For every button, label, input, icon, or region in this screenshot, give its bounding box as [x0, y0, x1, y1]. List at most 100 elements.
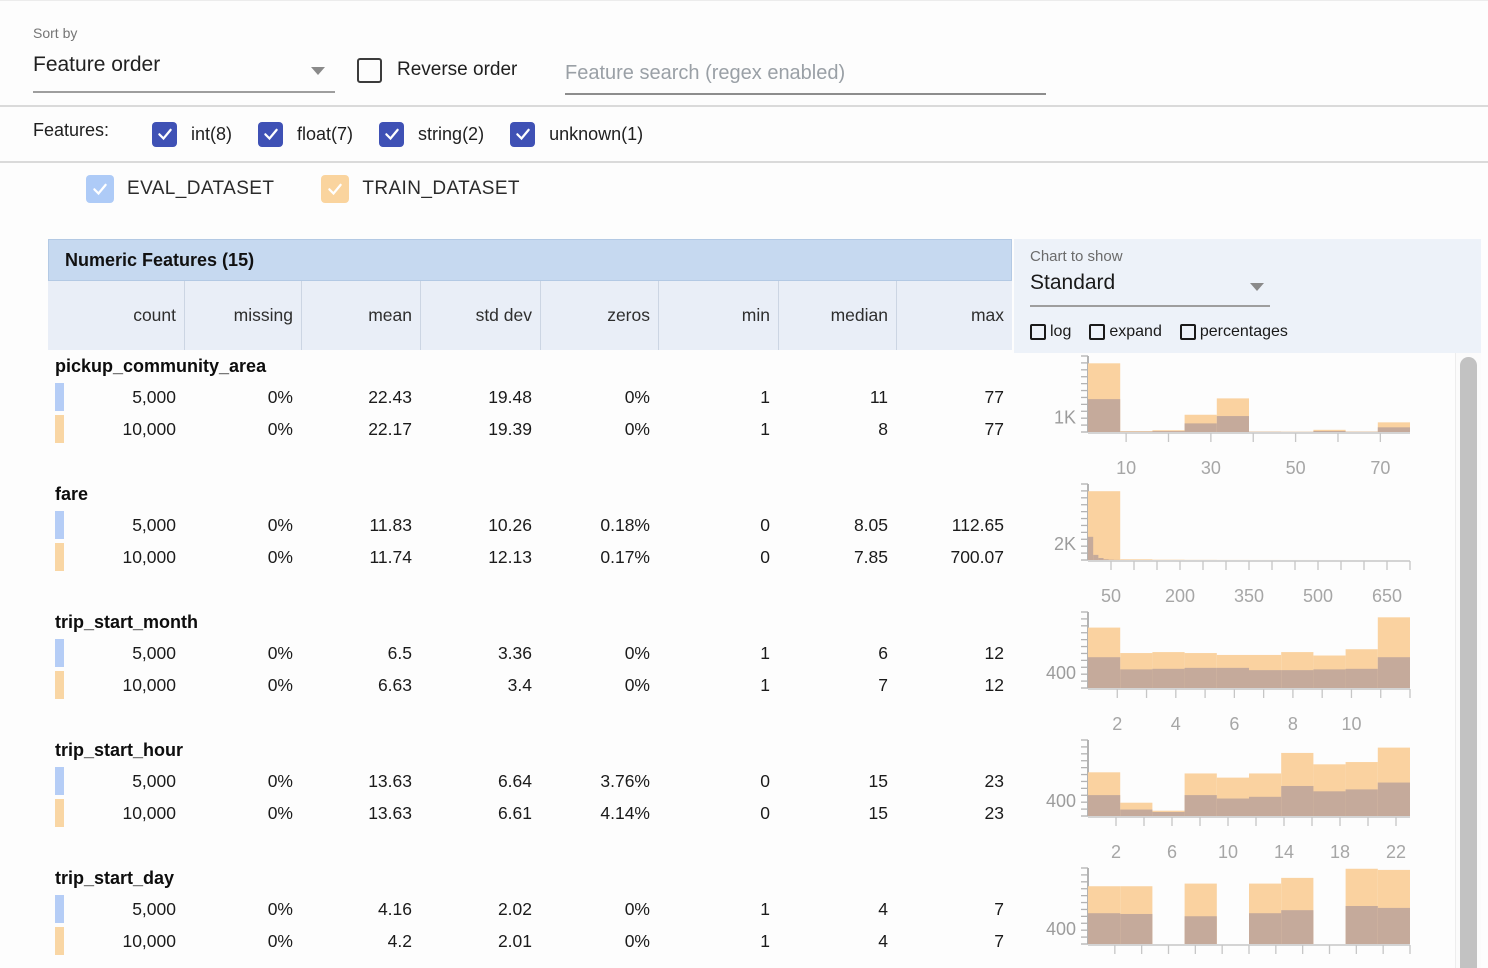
hist-bar-eval_dataset — [1313, 431, 1345, 432]
checkbox-checked-icon[interactable] — [258, 122, 283, 147]
train-color-chip — [55, 927, 64, 955]
eval-color-chip — [55, 383, 64, 411]
checkbox-checked-icon[interactable] — [510, 122, 535, 147]
histogram-trip_start_month: 400246810 — [1030, 606, 1446, 734]
x-axis-tick-label: 50 — [1286, 458, 1306, 478]
feature-block-pickup_community_area: pickup_community_area5,0000%22.4319.480%… — [48, 350, 1446, 478]
stat-std_dev: 12.13 — [420, 543, 540, 571]
eval-color-chip — [55, 895, 64, 923]
train-color-chip — [55, 799, 64, 827]
stat-missing: 0% — [184, 383, 301, 411]
stat-median: 15 — [778, 799, 896, 827]
x-axis-tick-label: 70 — [1370, 458, 1390, 478]
x-axis-tick-label: 6 — [1167, 842, 1177, 862]
train-color-chip — [55, 415, 64, 443]
hist-bar-eval_dataset — [1185, 795, 1217, 816]
stat-min: 1 — [658, 671, 778, 699]
stat-std_dev: 6.64 — [420, 767, 540, 795]
stat-max: 12 — [896, 639, 1012, 667]
checkbox-unchecked-icon[interactable] — [1030, 324, 1046, 340]
checkbox-unchecked-icon[interactable] — [1180, 324, 1196, 340]
feature-name: trip_start_month — [55, 612, 198, 633]
chart-option: log — [1030, 323, 1071, 341]
checkbox-checked-icon[interactable] — [379, 122, 404, 147]
chart-option: percentages — [1180, 323, 1288, 341]
x-axis-tick-label: 200 — [1165, 586, 1195, 606]
feature-name: trip_start_hour — [55, 740, 183, 761]
stat-min: 1 — [658, 895, 778, 923]
x-axis-tick-label: 50 — [1101, 586, 1121, 606]
chart-option-label: expand — [1109, 323, 1162, 341]
stat-min: 0 — [658, 767, 778, 795]
histogram-fare: 2K50200350500650 — [1030, 478, 1446, 606]
chart-option-label: log — [1050, 323, 1071, 341]
chevron-down-icon — [1250, 283, 1264, 291]
y-axis-label: 2K — [1054, 534, 1076, 554]
check-icon — [91, 180, 109, 198]
histogram-trip_start_day: 400 — [1030, 862, 1446, 968]
stat-std_dev: 10.26 — [420, 511, 540, 539]
train-color-chip — [55, 543, 64, 571]
checkbox-checked-icon[interactable] — [152, 122, 177, 147]
stat-row-train: 10,0000%22.1719.390%1877 — [48, 415, 1012, 443]
stat-zeros: 3.76% — [540, 767, 658, 795]
feature-search-input[interactable] — [565, 53, 1046, 95]
stat-median: 4 — [778, 895, 896, 923]
hist-bar-eval_dataset — [1152, 812, 1184, 816]
feature-name: trip_start_day — [55, 868, 174, 889]
stat-mean: 4.2 — [301, 927, 420, 955]
stat-max: 23 — [896, 799, 1012, 827]
stat-count: 10,000 — [48, 671, 184, 699]
stat-median: 4 — [778, 927, 896, 955]
feature-type-filter: string(2) — [379, 122, 484, 147]
feature-type-filter: int(8) — [152, 122, 232, 147]
hist-bar-eval_dataset — [1249, 670, 1281, 688]
chart-to-show-value: Standard — [1030, 271, 1115, 294]
stat-zeros: 0.17% — [540, 543, 658, 571]
check-icon — [326, 180, 344, 198]
column-header: mean — [301, 281, 420, 350]
stat-count: 10,000 — [48, 543, 184, 571]
sort-by-dropdown[interactable]: Feature order — [33, 53, 335, 93]
vertical-scrollbar-thumb[interactable] — [1460, 357, 1477, 968]
reverse-order-checkbox[interactable] — [357, 58, 382, 83]
hist-bar-eval_dataset — [1098, 558, 1103, 560]
stat-missing: 0% — [184, 767, 301, 795]
stat-count: 10,000 — [48, 799, 184, 827]
divider — [0, 161, 1488, 163]
x-axis-tick-label: 2 — [1111, 842, 1121, 862]
stat-zeros: 0% — [540, 383, 658, 411]
check-icon — [383, 125, 401, 143]
column-header: missing — [184, 281, 301, 350]
dropdown-underline — [33, 91, 335, 93]
vertical-scrollbar-track[interactable] — [1455, 353, 1481, 968]
filter-label: float(7) — [297, 124, 353, 145]
dataset-checkbox-checked-icon[interactable] — [86, 175, 114, 203]
x-axis-tick-label: 22 — [1386, 842, 1406, 862]
histogram-pickup_community_area: 1K10305070 — [1030, 350, 1446, 478]
stat-row-eval: 5,0000%6.53.360%1612 — [48, 639, 1012, 667]
stat-row-train: 10,0000%13.636.614.14%01523 — [48, 799, 1012, 827]
chart-to-show-dropdown[interactable]: Standard — [1030, 271, 1270, 307]
stat-mean: 6.5 — [301, 639, 420, 667]
eval-color-chip — [55, 767, 64, 795]
eval-color-chip — [55, 639, 64, 667]
x-axis-tick-label: 2 — [1112, 714, 1122, 734]
stat-count: 5,000 — [48, 639, 184, 667]
divider — [0, 105, 1488, 107]
features-filter-label: Features: — [33, 120, 109, 141]
reverse-order-label: Reverse order — [397, 59, 517, 81]
dataset-checkbox-checked-icon[interactable] — [321, 175, 349, 203]
stat-median: 6 — [778, 639, 896, 667]
stat-mean: 13.63 — [301, 767, 420, 795]
stat-std_dev: 6.61 — [420, 799, 540, 827]
hist-bar-eval_dataset — [1378, 427, 1410, 432]
hist-bar-eval_dataset — [1346, 789, 1378, 816]
hist-bar-train_dataset — [1120, 559, 1152, 560]
feature-name: fare — [55, 484, 88, 505]
chart-controls-panel: Chart to show Standard logexpandpercenta… — [1014, 239, 1481, 353]
stat-std_dev: 19.48 — [420, 383, 540, 411]
stat-missing: 0% — [184, 415, 301, 443]
stat-median: 8 — [778, 415, 896, 443]
checkbox-unchecked-icon[interactable] — [1089, 324, 1105, 340]
